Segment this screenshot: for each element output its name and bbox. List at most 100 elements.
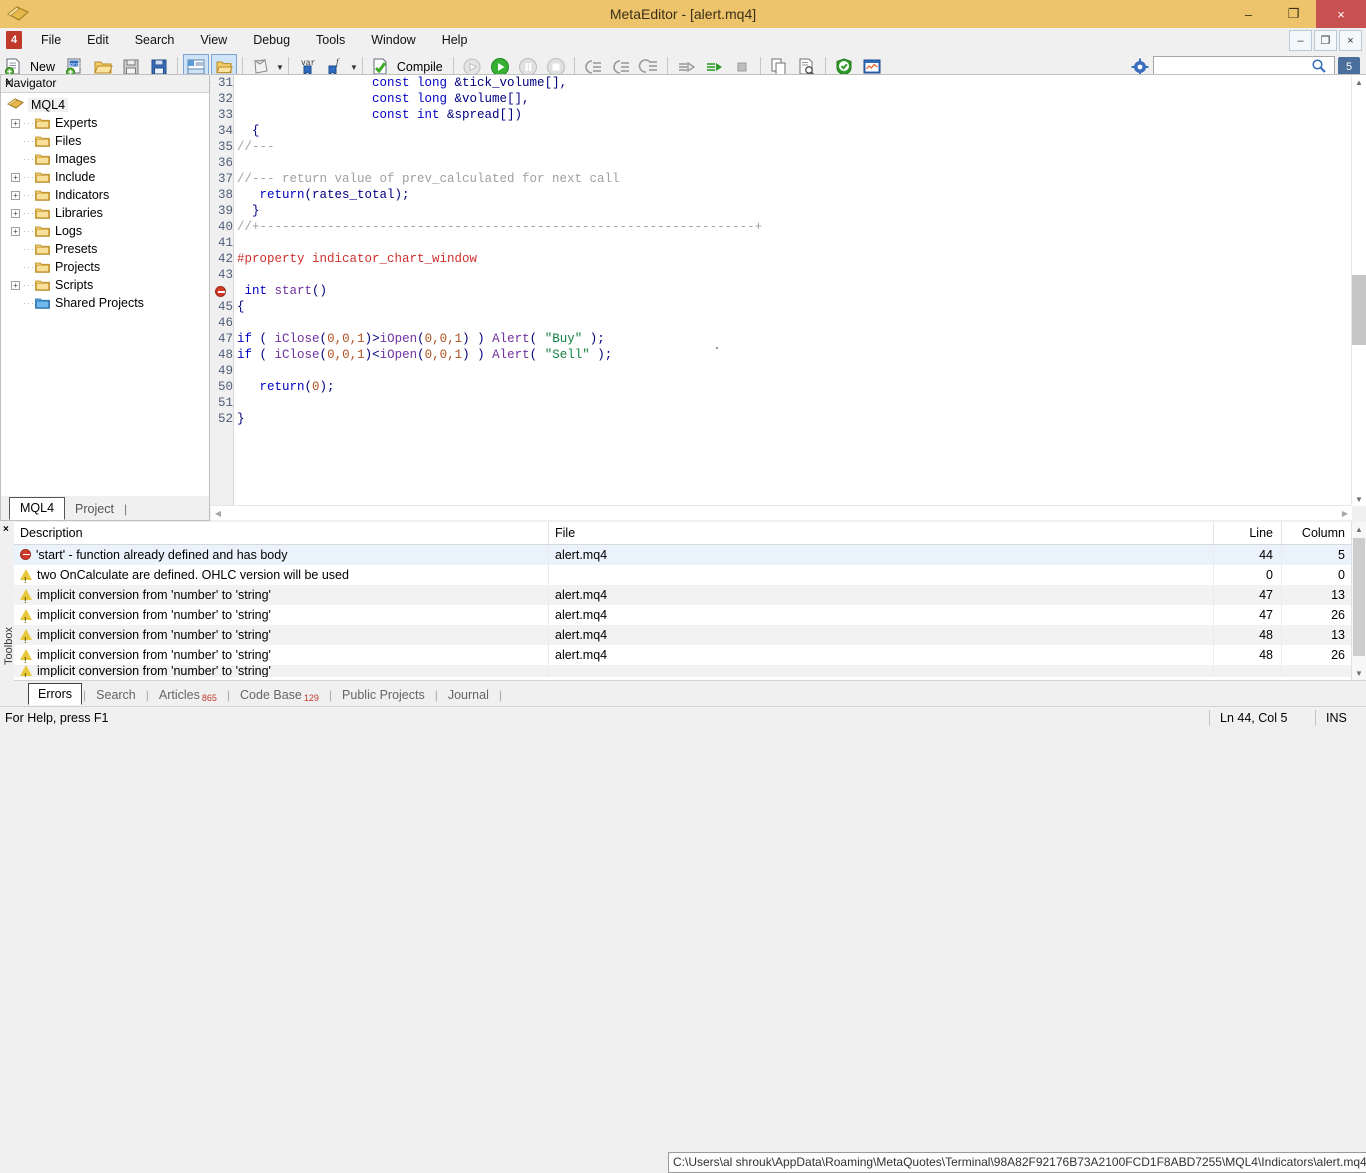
expand-plus-icon[interactable]: + [11,227,20,236]
menu-item-tools[interactable]: Tools [303,28,358,52]
toolbox-tab-errors[interactable]: Errors [28,683,82,705]
expand-plus-icon[interactable]: + [11,209,20,218]
table-row[interactable]: implicit conversion from 'number' to 'st… [14,625,1366,645]
toolbox-tab-public-projects[interactable]: Public Projects [333,685,434,705]
column-header-column[interactable]: Column [1282,522,1354,544]
code-line[interactable]: 34{ [211,123,1352,139]
column-header-description[interactable]: Description [14,522,549,544]
toolbox-tab-code-base[interactable]: Code Base129 [231,685,328,705]
table-row[interactable]: 'start' - function already defined and h… [14,545,1366,565]
vertical-scroll-thumb[interactable] [1352,275,1366,345]
code-line[interactable]: 48if ( iClose(0,0,1)<iOpen(0,0,1) ) Aler… [211,347,1352,363]
navigator-close-icon[interactable]: × [5,76,204,90]
column-header-file[interactable]: File [549,522,1214,544]
close-button[interactable]: × [1316,0,1366,28]
errors-grid-rows[interactable]: 'start' - function already defined and h… [14,545,1366,677]
code-line[interactable]: 39} [211,203,1352,219]
code-text: int start() [245,283,328,299]
navigator-item-include[interactable]: +···Include [1,168,209,186]
code-line[interactable]: 36 [211,155,1352,171]
code-line[interactable]: 37//--- return value of prev_calculated … [211,171,1352,187]
code-line[interactable]: 40//+-----------------------------------… [211,219,1352,235]
function-caret-icon[interactable]: ▼ [350,63,358,72]
scroll-right-icon[interactable]: ▶ [1338,506,1352,520]
menu-item-search[interactable]: Search [122,28,188,52]
code-line[interactable]: 32const long &volume[], [211,91,1352,107]
scroll-left-icon[interactable]: ◀ [211,506,225,520]
code-token: return [260,380,305,394]
navigator-tab-mql4[interactable]: MQL4 [9,497,65,520]
navigator-item-scripts[interactable]: +···Scripts [1,276,209,294]
menu-item-debug[interactable]: Debug [240,28,303,52]
toolbox-tab-search[interactable]: Search [87,685,145,705]
restore-button[interactable]: ❐ [1271,0,1316,28]
minimize-button[interactable]: – [1226,0,1271,28]
mdi-minimize-button[interactable]: – [1289,30,1312,51]
column-header-line[interactable]: Line [1214,522,1282,544]
expand-plus-icon[interactable]: + [11,281,20,290]
row-column-cell: 0 [1282,565,1354,585]
code-line[interactable]: 45{ [211,299,1352,315]
errors-grid-scrollbar[interactable]: ▲ ▼ [1351,522,1366,680]
scroll-down-icon[interactable]: ▼ [1352,492,1366,506]
code-line[interactable]: 50return(0); [211,379,1352,395]
code-lines[interactable]: 31const long &tick_volume[],32const long… [211,75,1352,506]
menu-item-edit[interactable]: Edit [74,28,122,52]
toolbox-close-icon[interactable]: × [3,524,9,535]
error-marker-icon[interactable] [215,286,226,297]
navigator-item-shared-projects[interactable]: ···Shared Projects [1,294,209,312]
mdi-close-button[interactable]: × [1339,30,1362,51]
code-line[interactable]: int start() [211,283,1352,299]
code-line[interactable]: 42#property indicator_chart_window [211,251,1352,267]
navigator-item-presets[interactable]: ···Presets [1,240,209,258]
editor-vertical-scrollbar[interactable]: ▲ ▼ [1351,75,1366,506]
menu-item-window[interactable]: Window [358,28,428,52]
code-line[interactable]: 47if ( iClose(0,0,1)>iOpen(0,0,1) ) Aler… [211,331,1352,347]
expand-plus-icon[interactable]: + [11,119,20,128]
table-row[interactable]: implicit conversion from 'number' to 'st… [14,585,1366,605]
expand-plus-icon[interactable]: + [11,191,20,200]
code-line[interactable]: 46 [211,315,1352,331]
code-line[interactable]: 52} [211,411,1352,427]
code-line[interactable]: 38return(rates_total); [211,187,1352,203]
code-editor[interactable]: 31const long &tick_volume[],32const long… [211,74,1366,520]
navigator-item-experts[interactable]: +···Experts [1,114,209,132]
code-line[interactable]: 43 [211,267,1352,283]
code-line[interactable]: 31const long &tick_volume[], [211,75,1352,91]
navigator-tab-project[interactable]: Project [65,499,124,520]
code-line[interactable]: 33const int &spread[]) [211,107,1352,123]
table-row[interactable]: implicit conversion from 'number' to 'st… [14,665,1366,677]
navigator-item-indicators[interactable]: +···Indicators [1,186,209,204]
menu-item-file[interactable]: File [28,28,74,52]
editor-horizontal-scrollbar[interactable]: ◀ ▶ [211,505,1352,520]
status-divider [1209,710,1210,726]
toolbox-tab-journal[interactable]: Journal [439,685,498,705]
errors-grid[interactable]: DescriptionFileLineColumn 'start' - func… [14,522,1366,680]
code-line[interactable]: 49 [211,363,1352,379]
table-row[interactable]: implicit conversion from 'number' to 'st… [14,645,1366,665]
code-line[interactable]: 35//--- [211,139,1352,155]
navigator-item-projects[interactable]: ···Projects [1,258,209,276]
grid-scroll-thumb[interactable] [1353,538,1365,656]
scroll-up-icon[interactable]: ▲ [1352,75,1366,89]
properties-caret-icon[interactable]: ▼ [276,63,284,72]
expand-plus-icon[interactable]: + [11,173,20,182]
navigator-item-libraries[interactable]: +···Libraries [1,204,209,222]
toolbox-tab-articles[interactable]: Articles865 [150,685,226,705]
navigator-item-logs[interactable]: +···Logs [1,222,209,240]
code-line[interactable]: 41 [211,235,1352,251]
table-row[interactable]: two OnCalculate are defined. OHLC versio… [14,565,1366,585]
grid-scroll-up-icon[interactable]: ▲ [1352,522,1366,536]
line-number: 40 [211,219,233,235]
navigator-item-files[interactable]: ···Files [1,132,209,150]
navigator-tabs: MQL4 Project | [0,496,210,521]
navigator-root-item[interactable]: MQL4 [1,96,209,114]
navigator-item-images[interactable]: ···Images [1,150,209,168]
menu-item-help[interactable]: Help [429,28,481,52]
grid-scroll-down-icon[interactable]: ▼ [1352,666,1366,680]
menu-item-view[interactable]: View [187,28,240,52]
mdi-restore-button[interactable]: ❐ [1314,30,1337,51]
status-bar: For Help, press F1 Ln 44, Col 5 INS [0,706,1366,733]
table-row[interactable]: implicit conversion from 'number' to 'st… [14,605,1366,625]
code-line[interactable]: 51 [211,395,1352,411]
